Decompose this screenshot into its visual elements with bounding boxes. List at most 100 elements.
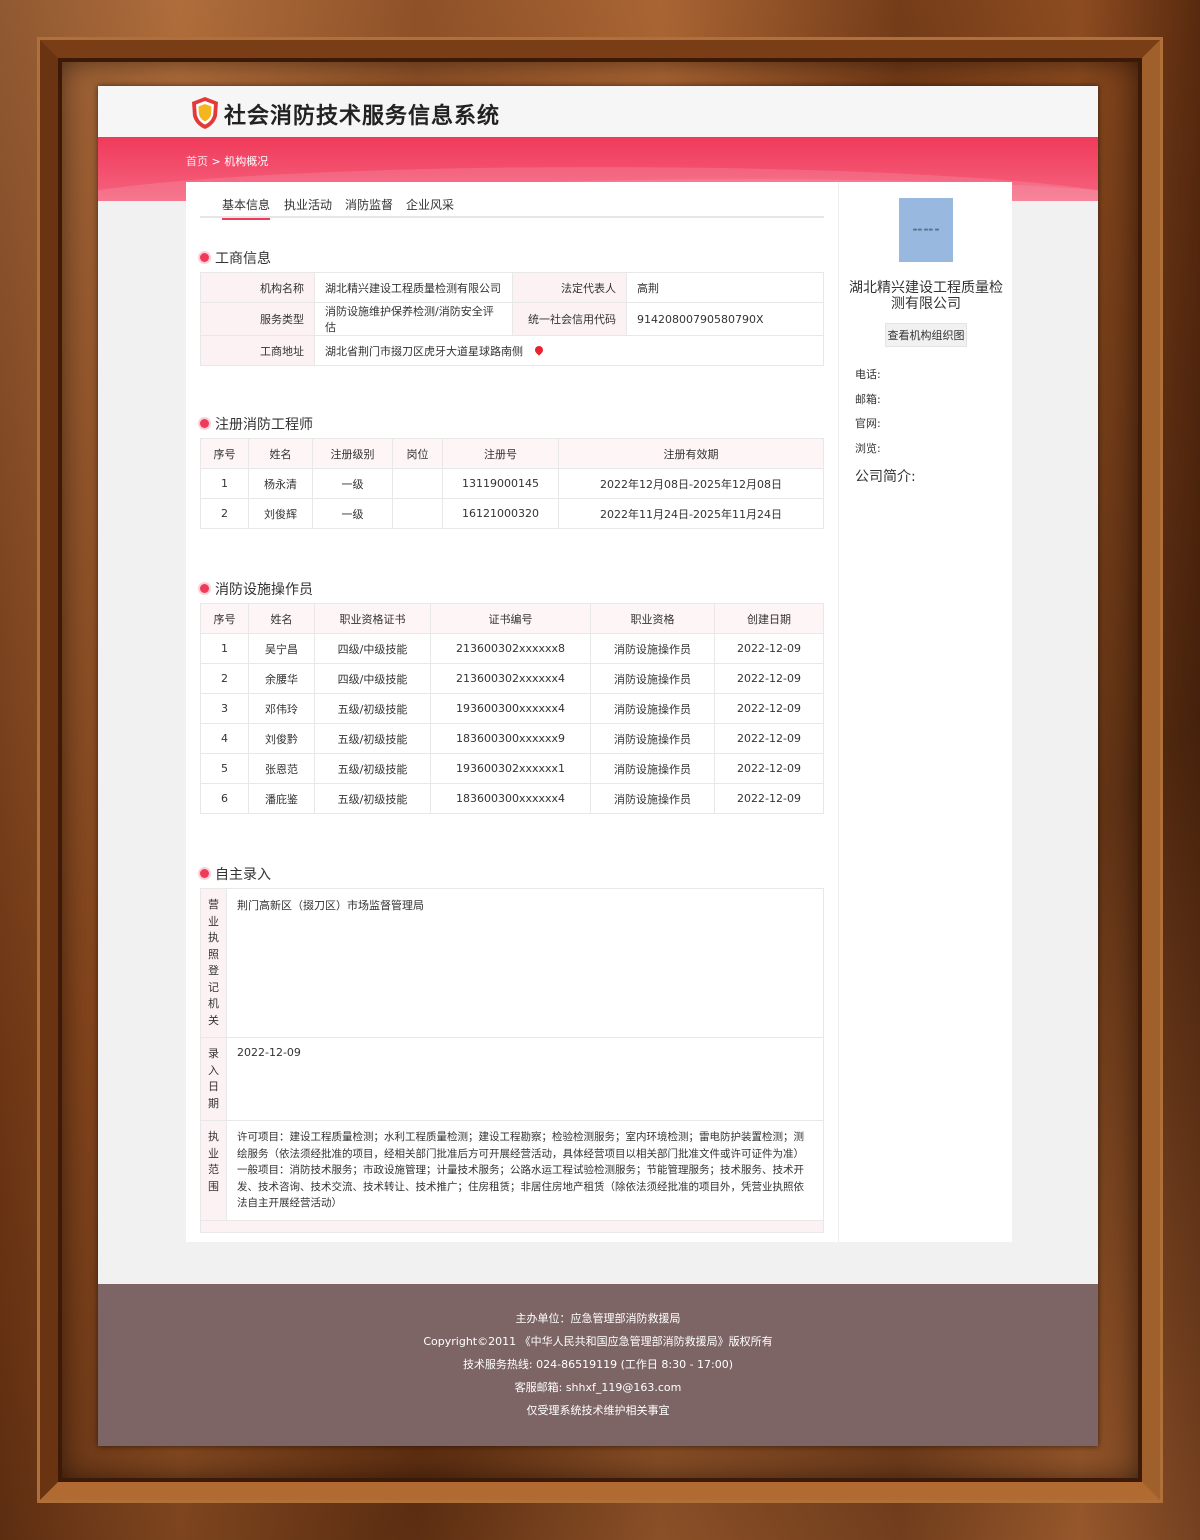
table-row: 营业执照登记机关 荆门高新区（掇刀区）市场监督管理局 (200, 888, 824, 1038)
site-title: 社会消防技术服务信息系统 (224, 103, 501, 129)
value-business-scope: 许可项目：建设工程质量检测；水利工程质量检测；建设工程勘察；检验检测服务；室内环… (226, 1120, 824, 1221)
value-service-type: 消防设施维护保养检测/消防安全评估 (314, 302, 513, 336)
label-entry-date: 录入日期 (200, 1037, 227, 1121)
table-cell: 五级/初级技能 (314, 753, 431, 784)
phone-label: 电话: (855, 368, 881, 381)
tab-fire-supervision[interactable]: 消防监督 (345, 196, 393, 213)
company-name: 湖北精兴建设工程质量检测有限公司 (849, 280, 1003, 312)
site-footer: 主办单位：应急管理部消防救援局 Copyright©2011 《中华人民共和国应… (98, 1284, 1098, 1446)
table-cell: 消防设施操作员 (590, 783, 715, 814)
table-cell: 邓伟玲 (248, 693, 315, 724)
table-row: 2 余腰华 四级/中级技能 213600302xxxxxx4 消防设施操作员 2022-1… (200, 663, 824, 694)
table-cell: 2022-12-09 (714, 723, 824, 754)
table-row: 5 张恩范 五级/初级技能 193600302xxxxxx1 消防设施操作员 2022-1… (200, 753, 824, 784)
label-license-authority: 营业执照登记机关 (200, 888, 227, 1038)
table-header-row: 序号 姓名 职业资格证书 证书编号 职业资格 创建日期 (200, 603, 824, 634)
section-title-engineers: 注册消防工程师 (200, 414, 313, 434)
table-row: 6 潘庇鉴 五级/初级技能 183600300xxxxxx4 消防设施操作员 2022-1… (200, 783, 824, 814)
label-business-scope: 执业范围 (200, 1120, 227, 1221)
breadcrumb-separator: > (208, 155, 225, 168)
webpage: 社会消防技术服务信息系统 首页 > 机构概况 基本信息 执业活动 消防监督 企业… (98, 86, 1098, 1446)
label-credit-code: 统一社会信用代码 (512, 302, 627, 336)
table-cell: 消防设施操作员 (590, 753, 715, 784)
table-cell: 193600300xxxxxx4 (430, 693, 591, 724)
label-service-type: 服务类型 (200, 302, 315, 336)
map-pin-icon[interactable] (533, 343, 545, 356)
column-header: 序号 (200, 603, 249, 634)
tab-basic-info[interactable]: 基本信息 (222, 196, 271, 220)
content-card: 基本信息 执业活动 消防监督 企业风采 工商信息 机构名称 湖北精兴建设工程质量… (186, 182, 1012, 1242)
bullet-dot-icon (200, 252, 209, 262)
table-cell: 刘俊黔 (248, 723, 315, 754)
table-cell: 213600302xxxxxx8 (430, 633, 591, 664)
table-cell: 五级/初级技能 (314, 723, 431, 754)
table-cell: 183600300xxxxxx9 (430, 723, 591, 754)
main-column: 基本信息 执业活动 消防监督 企业风采 工商信息 机构名称 湖北精兴建设工程质量… (186, 182, 838, 1242)
tab-company-style[interactable]: 企业风采 (406, 196, 454, 213)
table-row: 4 刘俊黔 五级/初级技能 183600300xxxxxx9 消防设施操作员 2022-1… (200, 723, 824, 754)
value-credit-code: 91420800790580790X (626, 302, 824, 336)
table-cell: 1 (200, 633, 249, 664)
table-cell: 2022年11月24日-2025年11月24日 (558, 498, 824, 529)
column-header: 姓名 (248, 603, 315, 634)
column-header: 注册有效期 (558, 438, 824, 469)
site-header: 社会消防技术服务信息系统 (98, 86, 1098, 137)
bullet-dot-icon (200, 583, 209, 593)
table-cell: 2022-12-09 (714, 663, 824, 694)
table-footer-strip (200, 1219, 824, 1233)
column-header: 证书编号 (430, 603, 591, 634)
table-cell: 213600302xxxxxx4 (430, 663, 591, 694)
tab-practice-activity[interactable]: 执业活动 (284, 196, 332, 213)
self-entry-table: 营业执照登记机关 荆门高新区（掇刀区）市场监督管理局 录入日期 2022-12-… (200, 888, 824, 1233)
table-cell: 183600300xxxxxx4 (430, 783, 591, 814)
breadcrumb-home-link[interactable]: 首页 (186, 155, 208, 168)
views-label: 浏览: (855, 442, 881, 455)
value-org-name: 湖北精兴建设工程质量检测有限公司 (314, 272, 513, 303)
table-header-row: 序号 姓名 注册级别 岗位 注册号 注册有效期 (200, 438, 824, 469)
column-header: 注册级别 (312, 438, 393, 469)
engineers-table: 序号 姓名 注册级别 岗位 注册号 注册有效期 1 杨永清 一级 1311900… (200, 438, 824, 529)
table-cell: 余腰华 (248, 663, 315, 694)
label-org-name: 机构名称 (200, 272, 315, 303)
table-cell: 13119000145 (442, 468, 559, 499)
table-cell (392, 498, 443, 529)
column-header: 注册号 (442, 438, 559, 469)
table-cell: 1 (200, 468, 249, 499)
column-header: 创建日期 (714, 603, 824, 634)
table-cell: 6 (200, 783, 249, 814)
website-label: 官网: (855, 417, 881, 430)
table-row: 1 杨永清 一级 13119000145 2022年12月08日-2025年12… (200, 468, 824, 499)
bullet-dot-icon (200, 418, 209, 428)
bullet-dot-icon (200, 868, 209, 878)
table-cell: 2022-12-09 (714, 693, 824, 724)
label-address: 工商地址 (200, 335, 315, 366)
table-cell: 16121000320 (442, 498, 559, 529)
table-cell: 2022-12-09 (714, 753, 824, 784)
section-title-operators: 消防设施操作员 (200, 579, 313, 599)
column-header: 姓名 (248, 438, 313, 469)
footer-sponsor: 主办单位：应急管理部消防救援局 (515, 1312, 681, 1325)
table-cell: 刘俊辉 (248, 498, 313, 529)
view-org-chart-button[interactable]: 查看机构组织图 (885, 323, 967, 347)
side-column: ▬▬ ▬▬ ▬ 湖北精兴建设工程质量检测有限公司 查看机构组织图 电话: 邮箱:… (838, 182, 1012, 1242)
table-cell: 2022年12月08日-2025年12月08日 (558, 468, 824, 499)
table-cell: 消防设施操作员 (590, 633, 715, 664)
value-address: 湖北省荆门市掇刀区虎牙大道星球路南侧 (325, 344, 523, 358)
column-header: 职业资格 (590, 603, 715, 634)
table-cell: 五级/初级技能 (314, 783, 431, 814)
table-cell: 四级/中级技能 (314, 663, 431, 694)
value-entry-date: 2022-12-09 (226, 1037, 824, 1121)
table-cell: 2 (200, 498, 249, 529)
breadcrumb: 首页 > 机构概况 (186, 153, 268, 169)
value-license-authority: 荆门高新区（掇刀区）市场监督管理局 (226, 888, 824, 1038)
tab-bar: 基本信息 执业活动 消防监督 企业风采 (200, 196, 824, 220)
table-cell: 2 (200, 663, 249, 694)
table-cell: 2022-12-09 (714, 783, 824, 814)
company-logo-image: ▬▬ ▬▬ ▬ (899, 198, 953, 262)
company-intro-label: 公司简介: (855, 469, 916, 485)
table-row: 录入日期 2022-12-09 (200, 1037, 824, 1121)
table-row: 工商地址 湖北省荆门市掇刀区虎牙大道星球路南侧 (200, 335, 824, 366)
operators-table: 序号 姓名 职业资格证书 证书编号 职业资格 创建日期 1 吴宁昌 四级/中级技能 2… (200, 603, 824, 814)
email-label: 邮箱: (855, 393, 881, 406)
column-header: 岗位 (392, 438, 443, 469)
